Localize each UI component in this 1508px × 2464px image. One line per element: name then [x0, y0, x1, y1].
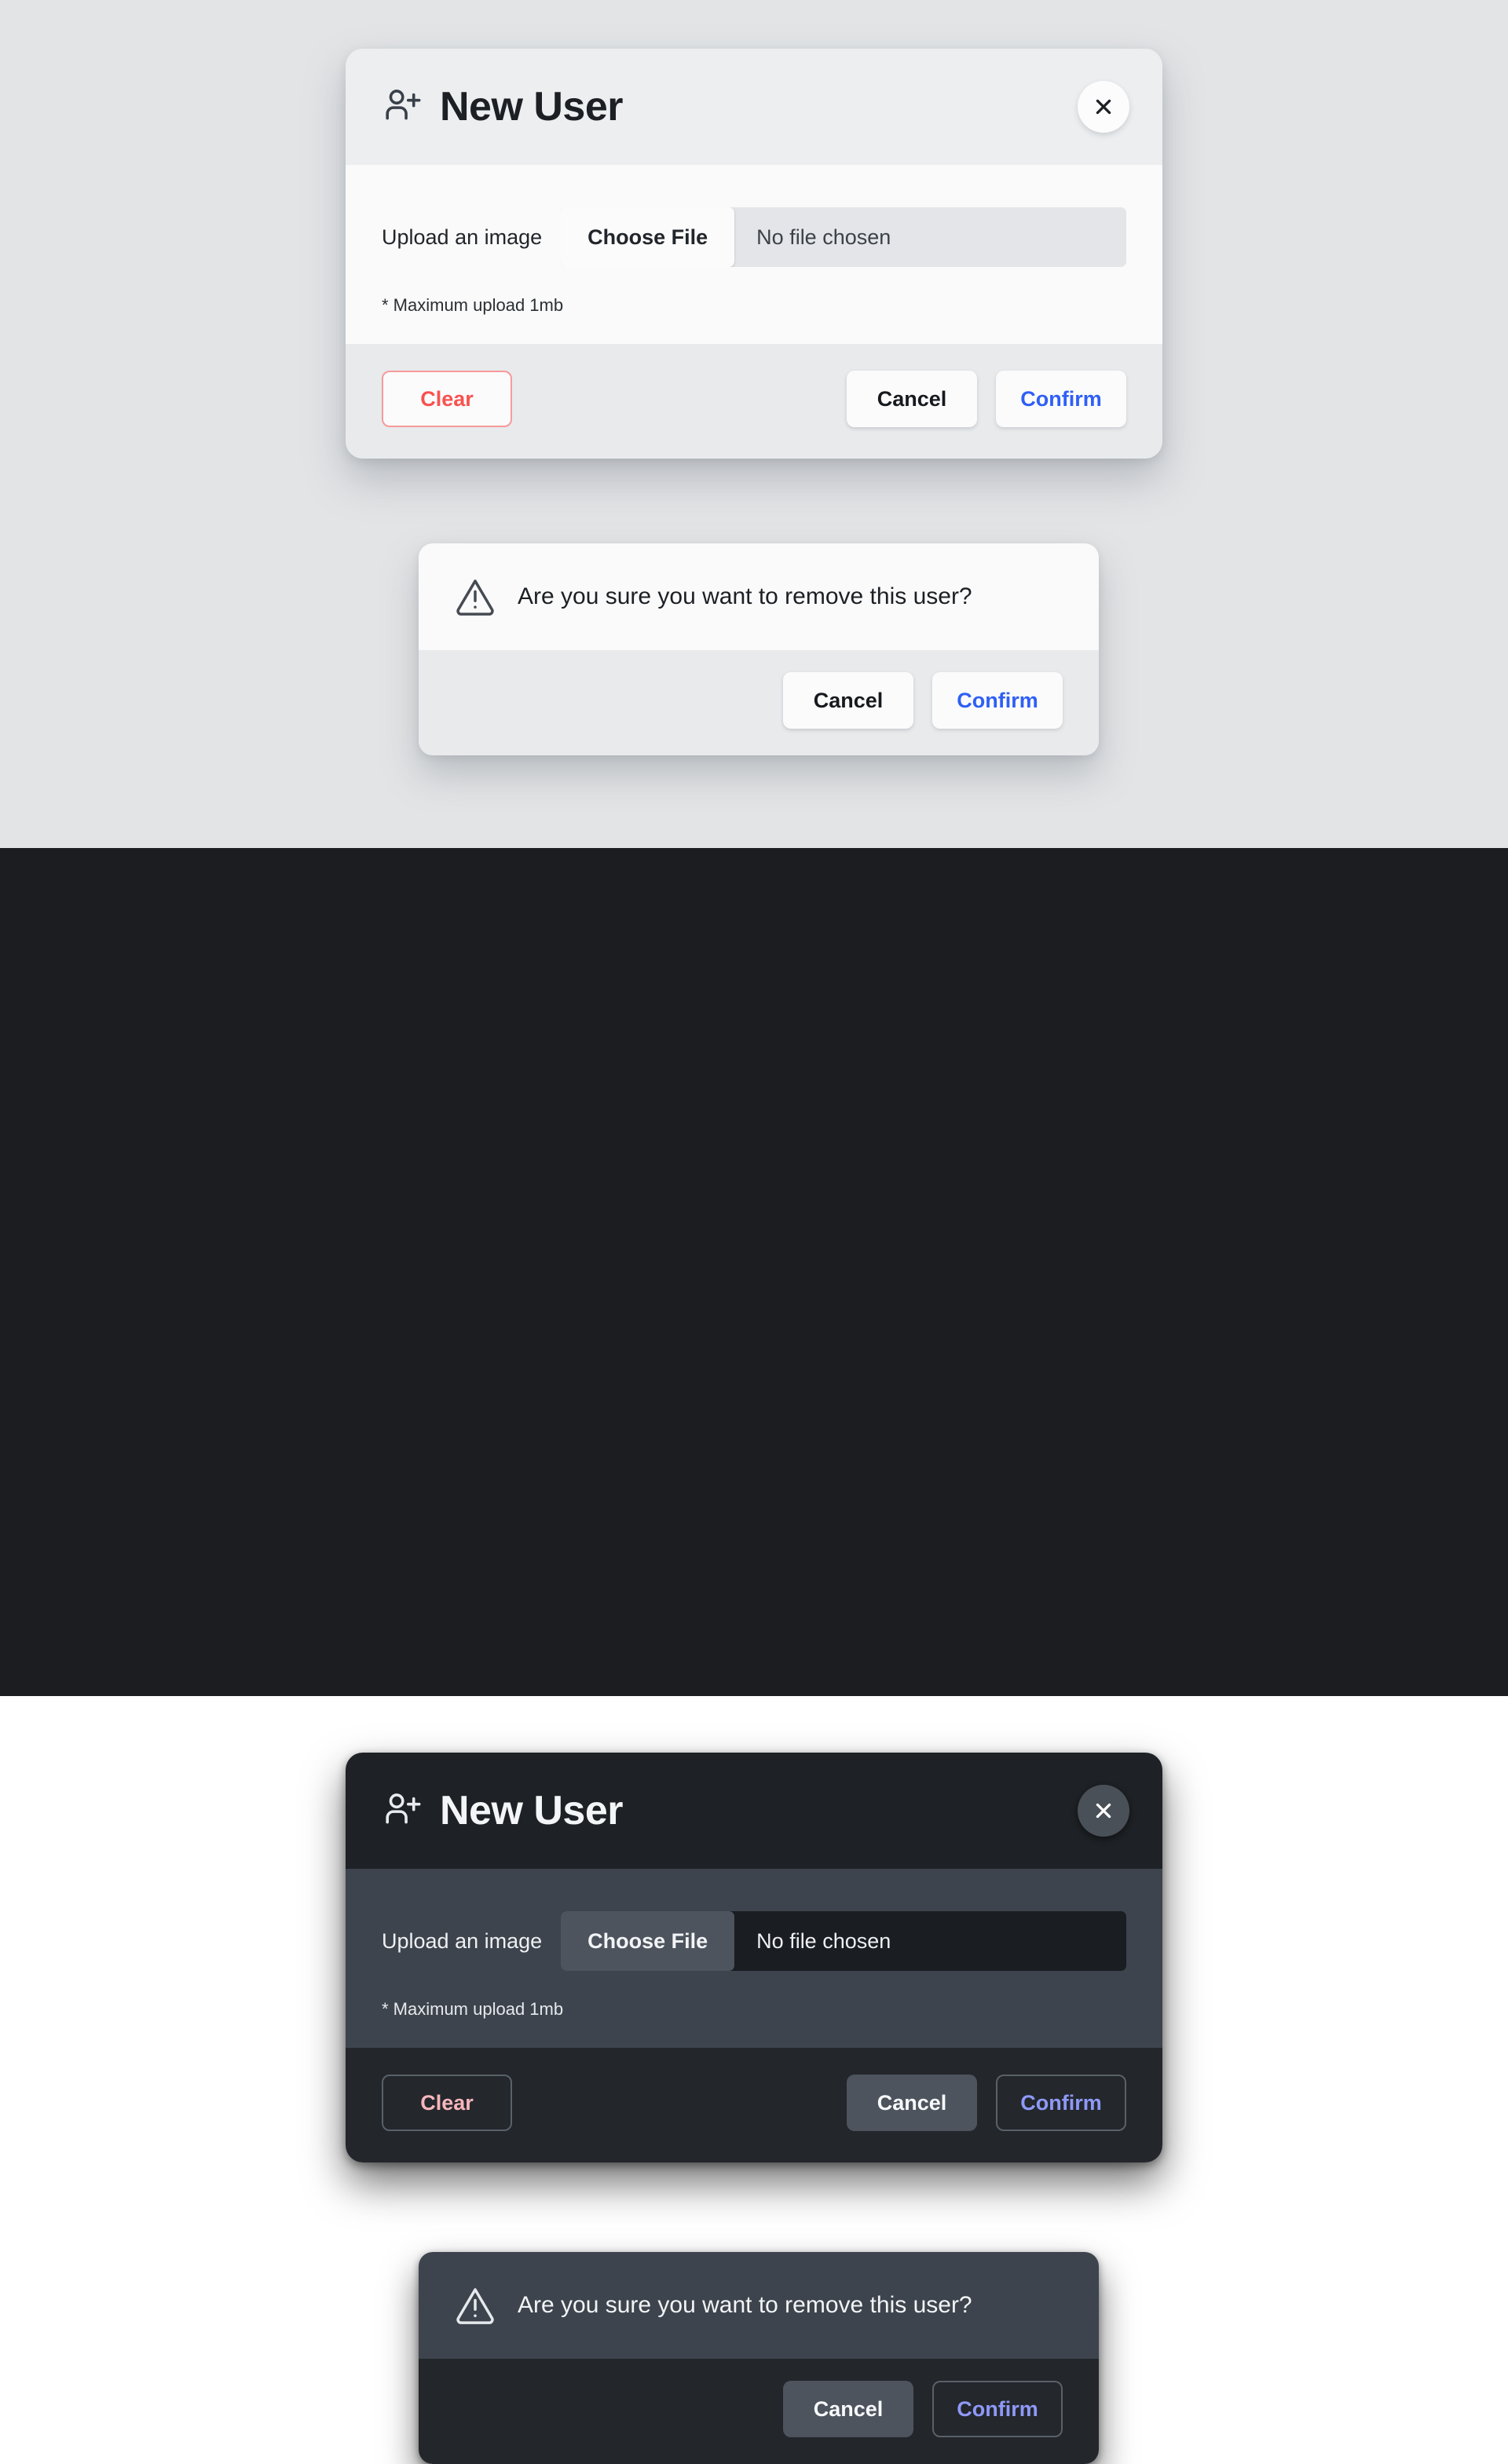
- dialog-header: New User: [346, 1753, 1162, 1869]
- dialog-body: Upload an image Choose File No file chos…: [346, 1869, 1162, 2048]
- upload-label: Upload an image: [382, 1928, 543, 1953]
- file-input[interactable]: Choose File No file chosen: [561, 1911, 1126, 1971]
- upload-hint: * Maximum upload 1mb: [382, 1999, 564, 2019]
- clear-button[interactable]: Clear: [382, 2075, 512, 2131]
- file-name-text: No file chosen: [756, 225, 891, 249]
- upload-label: Upload an image: [382, 225, 543, 249]
- light-theme-pane: New User Upload an image Choose File No …: [0, 0, 1508, 848]
- user-plus-icon: [386, 1793, 421, 1824]
- remove-user-confirm-dialog-dark: Are you sure you want to remove this use…: [419, 2252, 1099, 2464]
- cancel-button[interactable]: Cancel: [783, 672, 913, 729]
- page-title: New User: [440, 1788, 624, 1833]
- confirm-message: Are you sure you want to remove this use…: [518, 2292, 972, 2318]
- choose-file-button[interactable]: Choose File: [561, 1911, 735, 1971]
- confirm-button[interactable]: Confirm: [996, 371, 1126, 427]
- dialog-header: New User: [346, 49, 1162, 165]
- upload-hint: * Maximum upload 1mb: [382, 295, 564, 315]
- warning-triangle-icon: [456, 579, 494, 616]
- confirm-button[interactable]: Confirm: [932, 2381, 1063, 2437]
- confirm-dialog-footer: Cancel Confirm: [419, 2359, 1099, 2464]
- dialog-footer: Clear Cancel Confirm: [346, 2048, 1162, 2162]
- confirm-button[interactable]: Confirm: [932, 672, 1063, 729]
- confirm-dialog-footer: Cancel Confirm: [419, 650, 1099, 755]
- choose-file-button[interactable]: Choose File: [561, 207, 735, 267]
- confirm-message: Are you sure you want to remove this use…: [518, 583, 972, 609]
- dialog-footer: Clear Cancel Confirm: [346, 344, 1162, 459]
- cancel-button[interactable]: Cancel: [847, 2075, 977, 2131]
- confirm-button[interactable]: Confirm: [996, 2075, 1126, 2131]
- page-title: New User: [440, 84, 624, 130]
- confirm-dialog-body: Are you sure you want to remove this use…: [419, 2252, 1099, 2359]
- clear-button[interactable]: Clear: [382, 371, 512, 427]
- new-user-dialog-dark: New User Upload an image Choose File No …: [346, 1753, 1162, 2162]
- new-user-dialog-light: New User Upload an image Choose File No …: [346, 49, 1162, 459]
- file-name-text: No file chosen: [756, 1928, 891, 1953]
- close-button[interactable]: [1078, 1785, 1129, 1837]
- dialog-body: Upload an image Choose File No file chos…: [346, 165, 1162, 344]
- user-plus-icon: [386, 90, 421, 120]
- remove-user-confirm-dialog-light: Are you sure you want to remove this use…: [419, 543, 1099, 755]
- warning-triangle-icon: [456, 2288, 494, 2324]
- confirm-dialog-body: Are you sure you want to remove this use…: [419, 543, 1099, 650]
- file-input[interactable]: Choose File No file chosen: [561, 207, 1126, 267]
- upload-row: Upload an image Choose File No file chos…: [382, 207, 1126, 267]
- cancel-button[interactable]: Cancel: [847, 371, 977, 427]
- dark-theme-pane: New User Upload an image Choose File No …: [0, 848, 1508, 2464]
- upload-row: Upload an image Choose File No file chos…: [382, 1911, 1126, 1971]
- theme-comparison: New User Upload an image Choose File No …: [0, 0, 1508, 2464]
- cancel-button[interactable]: Cancel: [783, 2381, 913, 2437]
- close-icon: [1096, 99, 1111, 115]
- close-icon: [1096, 1803, 1111, 1819]
- close-button[interactable]: [1078, 81, 1129, 133]
